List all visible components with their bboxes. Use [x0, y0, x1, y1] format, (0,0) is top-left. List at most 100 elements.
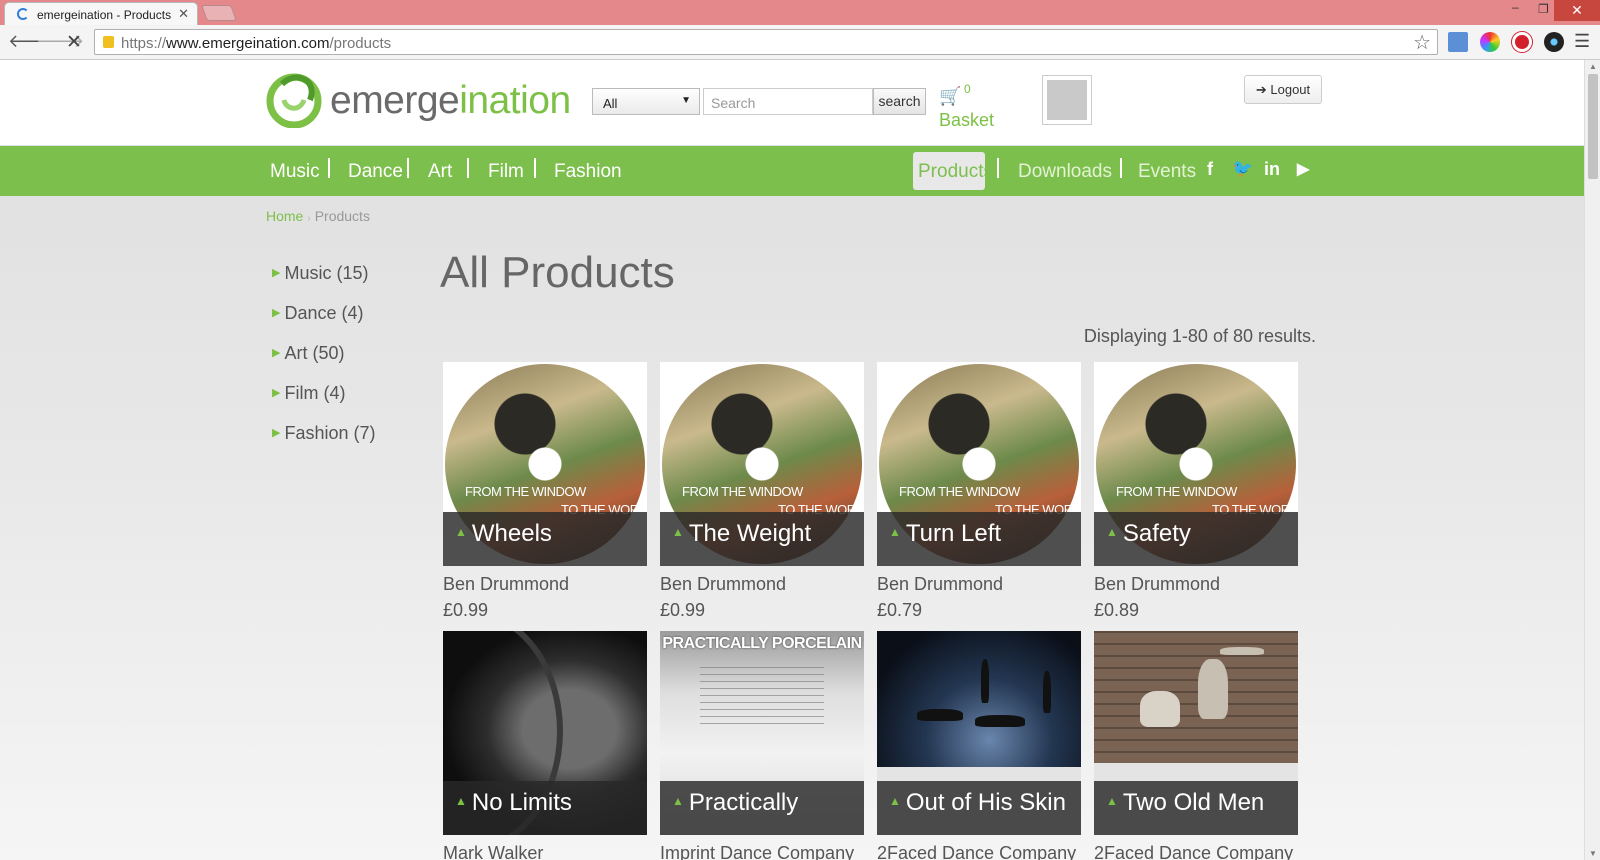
product-name[interactable]: ▲ Turn Left: [889, 520, 1001, 548]
main-nav: Music Dance Art Film Fashion Products Do…: [0, 146, 1584, 196]
product-artist[interactable]: Ben Drummond: [1094, 574, 1220, 595]
breadcrumb: Home › Products: [266, 208, 370, 224]
scroll-up-icon[interactable]: ▲: [1589, 62, 1597, 71]
breadcrumb-home[interactable]: Home: [266, 208, 303, 224]
linkedin-icon[interactable]: in: [1264, 159, 1280, 180]
browser-title-bar: emergeination - Products ✕ – ❐ ✕: [0, 0, 1600, 25]
product-artist[interactable]: Mark Walker: [443, 843, 543, 860]
new-tab-button[interactable]: [201, 5, 237, 21]
category-dance[interactable]: ▶ Dance (4): [272, 303, 364, 324]
product-price: £0.99: [660, 600, 706, 620]
nav-divider: [1120, 158, 1122, 178]
product-name[interactable]: ▲ Safety: [1106, 520, 1191, 548]
youtube-icon[interactable]: ▶: [1297, 159, 1309, 179]
triangle-up-icon: ▲: [1106, 794, 1118, 808]
product-name[interactable]: ▲ Wheels: [455, 520, 552, 548]
color-wheel-extension-icon[interactable]: [1480, 32, 1500, 52]
address-bar[interactable]: https://www.emergeination.com/products ☆: [94, 29, 1438, 55]
product-artist[interactable]: 2Faced Dance Company: [877, 843, 1076, 860]
scroll-thumb[interactable]: [1588, 74, 1598, 179]
product-name[interactable]: ▲ Practically: [672, 789, 798, 817]
arrow-right-icon: ➔: [1255, 82, 1271, 97]
triangle-up-icon: ▲: [455, 794, 467, 808]
site-header: emergeination All ▼ Search search 🛒 0 Bas…: [0, 60, 1584, 145]
triangle-up-icon: ▲: [889, 794, 901, 808]
browser-toolbar: 🡐 🡒 ✕ https://www.emergeination.com/prod…: [0, 25, 1600, 60]
logout-button[interactable]: ➔ Logout: [1244, 75, 1322, 104]
nav-music[interactable]: Music: [270, 161, 320, 183]
product-artist[interactable]: Ben Drummond: [877, 574, 1003, 595]
nav-events[interactable]: Events: [1138, 161, 1196, 183]
product-artist[interactable]: Ben Drummond: [660, 574, 786, 595]
nav-divider: [407, 158, 409, 178]
triangle-right-icon: ▶: [272, 267, 281, 279]
triangle-up-icon: ▲: [1106, 525, 1118, 539]
product-name[interactable]: ▲ Out of His Skin: [889, 789, 1066, 817]
page-title: All Products: [440, 248, 675, 297]
nav-products[interactable]: Products: [913, 152, 993, 190]
window-close-icon[interactable]: ✕: [1554, 0, 1600, 21]
scroll-down-icon[interactable]: ▼: [1589, 849, 1597, 858]
breadcrumb-separator-icon: ›: [307, 213, 311, 224]
product-artist[interactable]: Ben Drummond: [443, 574, 569, 595]
browser-tab[interactable]: emergeination - Products ✕: [4, 2, 198, 25]
nav-fashion[interactable]: Fashion: [554, 161, 622, 183]
user-avatar[interactable]: [1042, 75, 1092, 125]
nav-divider: [534, 158, 536, 178]
dropdown-caret-icon: ▼: [681, 95, 691, 106]
search-category-select[interactable]: All ▼: [592, 88, 700, 115]
page-scrollbar[interactable]: ▲ ▼: [1584, 60, 1600, 860]
nav-divider: [328, 158, 330, 178]
nav-dance[interactable]: Dance: [348, 161, 403, 183]
category-art[interactable]: ▶ Art (50): [272, 343, 344, 364]
nav-divider: [997, 158, 999, 178]
web-page: emergeination All ▼ Search search 🛒 0 Bas…: [0, 60, 1584, 860]
favicon-icon: [17, 8, 29, 20]
twitter-icon[interactable]: 🐦: [1232, 159, 1253, 179]
browser-menu-icon[interactable]: ☰: [1574, 31, 1590, 52]
tab-title: emergeination - Products: [37, 8, 172, 22]
triangle-right-icon: ▶: [272, 387, 281, 399]
triangle-up-icon: ▲: [455, 525, 467, 539]
basket-label: Basket: [939, 110, 995, 130]
shopping-cart-icon: 🛒: [939, 86, 962, 106]
adblock-extension-icon[interactable]: [1512, 32, 1532, 52]
url-text: https://www.emergeination.com/products: [121, 35, 392, 52]
camera-extension-icon[interactable]: [1544, 32, 1564, 52]
product-name[interactable]: ▲ No Limits: [455, 789, 572, 817]
product-price: £0.89: [1094, 600, 1140, 620]
lock-icon: [103, 36, 114, 48]
logo-text[interactable]: emergeination: [330, 79, 571, 123]
stop-loading-icon[interactable]: ✕: [66, 31, 82, 54]
product-artist[interactable]: 2Faced Dance Company: [1094, 843, 1293, 860]
triangle-up-icon: ▲: [889, 525, 901, 539]
nav-downloads[interactable]: Downloads: [1018, 161, 1112, 183]
product-price: £0.79: [877, 600, 923, 620]
category-music[interactable]: ▶ Music (15): [272, 263, 368, 284]
brick-wall-photo-artwork: [1094, 631, 1298, 763]
triangle-up-icon: ▲: [672, 794, 684, 808]
product-name[interactable]: ▲ Two Old Men: [1106, 789, 1264, 817]
triangle-right-icon: ▶: [272, 427, 281, 439]
facebook-icon[interactable]: f: [1207, 159, 1213, 180]
triangle-right-icon: ▶: [272, 307, 281, 319]
nav-art[interactable]: Art: [428, 161, 452, 183]
nav-film[interactable]: Film: [488, 161, 524, 183]
search-input[interactable]: Search: [703, 88, 873, 115]
emergeination-logo-icon[interactable]: [266, 70, 322, 128]
category-film[interactable]: ▶ Film (4): [272, 383, 345, 404]
extension-screen-icon[interactable]: [1448, 32, 1468, 52]
breadcrumb-current: Products: [314, 208, 370, 224]
triangle-up-icon: ▲: [672, 525, 684, 539]
bookmark-star-icon[interactable]: ☆: [1413, 30, 1431, 55]
maximize-icon[interactable]: ❐: [1538, 2, 1549, 16]
tab-close-icon[interactable]: ✕: [178, 6, 189, 22]
category-fashion[interactable]: ▶ Fashion (7): [272, 423, 376, 444]
product-price: £0.99: [443, 600, 489, 620]
product-name[interactable]: ▲ The Weight: [672, 520, 811, 548]
search-button[interactable]: search: [873, 88, 926, 115]
triangle-right-icon: ▶: [272, 347, 281, 359]
minimize-icon[interactable]: –: [1512, 0, 1519, 14]
product-artist[interactable]: Imprint Dance Company: [660, 843, 854, 860]
results-count: Displaying 1-80 of 80 results.: [1083, 326, 1316, 346]
